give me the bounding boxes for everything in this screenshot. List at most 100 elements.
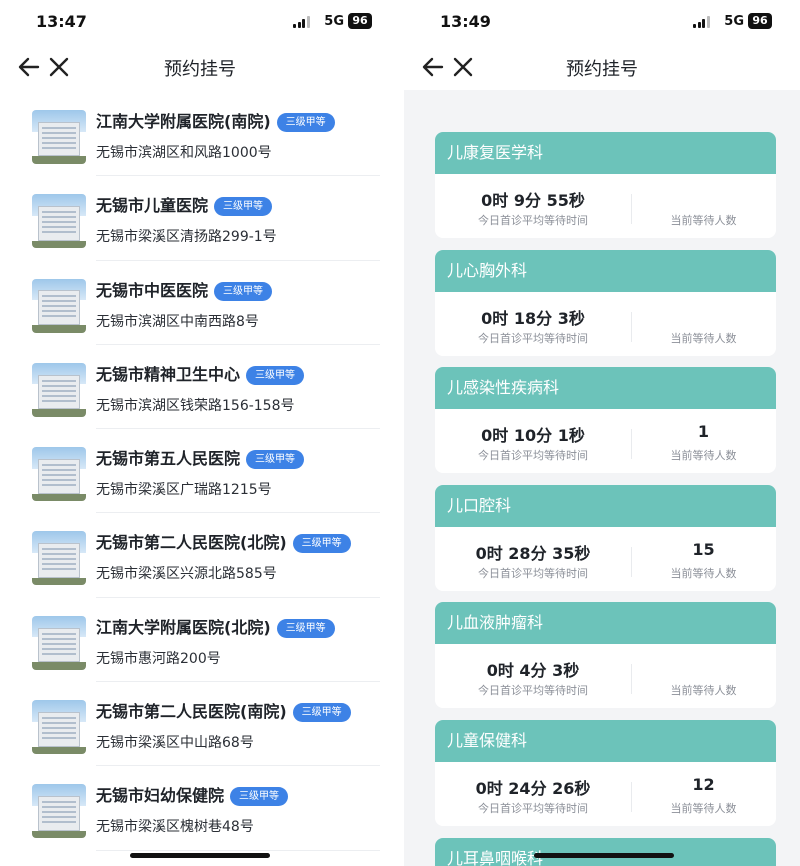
nav-bar: 预约挂号 [404,44,800,90]
hospital-level-badge: 三级甲等 [214,197,273,217]
home-indicator[interactable] [130,853,270,858]
battery-icon: 96 [348,13,372,29]
waiting-count-caption: 当前等待人数 [670,331,737,345]
hospital-name-row: 江南大学附属医院(北院) 三级甲等 [96,614,335,638]
status-time: 13:49 [440,12,491,31]
nav-bar: 预约挂号 [0,44,400,90]
page-title: 预约挂号 [164,59,236,80]
average-wait-time: 0时 28分 35秒 [475,543,591,563]
department-name: 儿童保健科 [435,719,776,762]
average-wait-time: 0时 9分 55秒 [481,191,585,210]
department-name: 儿心胸外科 [435,249,776,292]
department-name: 儿口腔科 [435,484,776,527]
waiting-count-caption: 当前等待人数 [670,684,737,698]
hospital-photo [32,110,86,164]
hospital-name-row: 无锡市中医医院 三级甲等 [96,277,273,301]
page-title: 预约挂号 [566,59,638,80]
hospital-list-item[interactable]: 无锡市第二人民医院(南院) 三级甲等无锡市梁溪区中山路68号 [0,682,400,767]
hospital-address: 无锡市梁溪区清扬路299-1号 [96,229,277,246]
department-cards: 儿康复医学科 0时 9分 55秒 今日首诊平均等待时间 当前等待人数 儿心胸外科 0时 1… [435,132,776,866]
hospital-level-badge: 三级甲等 [276,113,335,132]
hospital-level-badge: 三级甲等 [246,450,305,470]
hospital-photo [32,447,86,502]
average-wait-caption: 今日首诊平均等待时间 [478,801,588,815]
hospital-level-badge: 三级甲等 [246,365,305,385]
waiting-count-caption: 当前等待人数 [670,449,737,463]
average-wait-time: 0时 4分 3秒 [486,661,580,681]
average-wait-caption: 今日首诊平均等待时间 [478,331,588,345]
hospital-photo [32,531,86,586]
average-wait-caption: 今日首诊平均等待时间 [478,449,588,463]
department-name: 儿血液肿瘤科 [435,602,776,645]
average-wait-caption: 今日首诊平均等待时间 [478,214,588,227]
hospital-address: 无锡市梁溪区兴源北路585号 [96,566,277,583]
hospital-name-row: 无锡市第二人民医院(南院) 三级甲等 [96,698,351,723]
department-card[interactable]: 儿心胸外科 0时 18分 3秒 今日首诊平均等待时间 当前等待人数 [435,249,776,356]
hospital-address: 无锡市梁溪区槐树巷48号 [96,819,254,836]
department-card[interactable]: 儿感染性疾病科 0时 10分 1秒 今日首诊平均等待时间 1 当前等待人数 [435,367,776,474]
department-name: 儿耳鼻咽喉科 [435,837,776,866]
hospital-name-row: 无锡市第五人民医院 三级甲等 [96,445,305,470]
department-card[interactable]: 儿血液肿瘤科 0时 4分 3秒今日首诊平均等待时间 当前等待人数 [435,602,776,709]
waiting-count-caption: 当前等待人数 [670,566,737,580]
hospital-level-badge: 三级甲等 [276,618,335,638]
hospital-level-badge: 三级甲等 [292,703,351,723]
hospital-list-item[interactable]: 无锡市精神卫生中心 三级甲等无锡市滨湖区钱荣路156-158号 [0,345,400,430]
status-time: 13:47 [36,12,87,31]
battery-icon: 96 [748,13,772,29]
hospital-address: 无锡市梁溪区广瑞路1215号 [96,482,272,499]
signal-icon [693,16,710,28]
hospital-photo [32,362,86,417]
network-type: 5G [724,14,744,29]
waiting-count: 12 [692,774,715,794]
row-divider [96,849,380,851]
hospital-list-item[interactable]: 江南大学附属医院(南院) 三级甲等 无锡市滨湖区和风路1000号 [0,92,400,177]
department-card[interactable]: 儿口腔科 0时 28分 35秒今日首诊平均等待时间 15 当前等待人数 [435,484,776,591]
department-card[interactable]: 儿康复医学科 0时 9分 55秒今日首诊平均等待时间 当前等待人数 [435,132,776,238]
average-wait-time: 0时 24分 26秒 [475,778,591,798]
hospital-name: 无锡市第二人民医院(南院) [96,702,287,722]
hospital-name-row: 无锡市第二人民医院(北院) 三级甲等 [96,529,351,554]
hospital-name: 无锡市精神卫生中心 [96,364,241,384]
hospital-name-row: 无锡市精神卫生中心 三级甲等 [96,361,305,385]
hospital-name: 江南大学附属医院(南院) [96,112,271,131]
hospital-name: 江南大学附属医院(北院) [96,617,271,637]
status-bar: 13:47 5G 96 [0,0,400,44]
hospital-list: 江南大学附属医院(南院) 三级甲等 无锡市滨湖区和风路1000号 无锡市儿童医院 三级甲… [0,92,400,851]
hospital-address: 无锡市梁溪区中山路68号 [96,735,254,752]
hospital-name-row: 无锡市妇幼保健院 三级甲等 [96,782,289,807]
average-wait-caption: 今日首诊平均等待时间 [478,566,588,580]
hospital-address: 无锡市滨湖区钱荣路156-158号 [96,397,295,414]
hospital-list-item[interactable]: 无锡市儿童医院 三级甲等无锡市梁溪区清扬路299-1号 [0,176,400,261]
hospital-photo [32,278,86,333]
hospital-list-item[interactable]: 无锡市中医医院 三级甲等 无锡市滨湖区中南西路8号 [0,261,400,345]
department-name: 儿康复医学科 [435,132,776,174]
hospital-level-badge: 三级甲等 [214,281,273,301]
hospital-name: 无锡市第五人民医院 [96,449,241,469]
signal-icon [293,16,310,28]
waiting-count-caption: 当前等待人数 [670,214,737,227]
waiting-count-caption: 当前等待人数 [670,801,737,815]
waiting-count: 15 [692,539,715,559]
hospital-photo [32,615,86,670]
hospital-list-item[interactable]: 无锡市第五人民医院 三级甲等无锡市梁溪区广瑞路1215号 [0,429,400,514]
status-bar: 13:49 5G 96 [404,0,800,44]
hospital-name: 无锡市中医医院 [96,280,209,300]
hospital-name: 无锡市妇幼保健院 [96,786,225,806]
department-wait-screen: 13:49 5G 96 预约挂号 儿康复医学科 0时 9分 55秒今日首诊平均等待… [404,0,800,866]
hospital-photo [32,194,86,249]
home-indicator[interactable] [534,853,674,858]
average-wait-caption: 今日首诊平均等待时间 [478,684,588,698]
hospital-list-item[interactable]: 江南大学附属医院(北院) 三级甲等无锡市惠河路200号 [0,598,400,683]
hospital-list-item[interactable]: 无锡市第二人民医院(北院) 三级甲等无锡市梁溪区兴源北路585号 [0,513,400,598]
hospital-name-row: 无锡市儿童医院 三级甲等 [96,192,273,217]
hospital-list-item[interactable]: 无锡市妇幼保健院 三级甲等无锡市梁溪区槐树巷48号 [0,766,400,851]
hospital-name-row: 江南大学附属医院(南院) 三级甲等 [96,108,335,132]
department-card[interactable]: 儿耳鼻咽喉科 [435,837,776,866]
hospital-list-screen: 13:47 5G 96 预约挂号 江南大学附属医院(南院) 三级甲等 无锡市滨湖区和… [0,0,400,866]
hospital-name: 无锡市儿童医院 [96,196,209,216]
department-card[interactable]: 儿童保健科 0时 24分 26秒今日首诊平均等待时间 12 当前等待人数 [435,719,776,826]
network-type: 5G [324,14,344,29]
hospital-address: 无锡市惠河路200号 [96,650,221,667]
hospital-name: 无锡市第二人民医院(北院) [96,533,287,553]
